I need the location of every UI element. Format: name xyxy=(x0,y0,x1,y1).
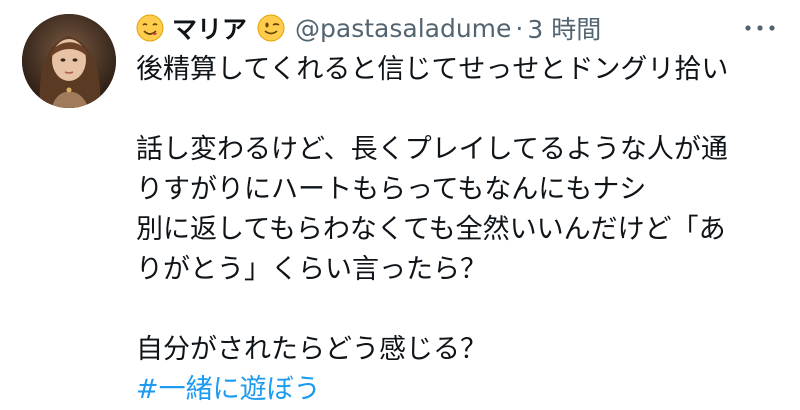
tweet-header: マリア @pastasaladume · 3 時間 xyxy=(136,8,601,48)
tweet-text-line: 話し変わるけど、長くプレイしてるような人が通 xyxy=(136,134,728,165)
author-handle[interactable]: @pastasaladume xyxy=(295,14,511,43)
tweet-text-line: 後精算してくれると信じてせっせとドングリ拾い xyxy=(136,54,729,85)
hashtag-link[interactable]: #一緒に遊ぼう xyxy=(136,374,321,405)
timestamp[interactable]: 3 時間 xyxy=(527,10,601,46)
tweet-text-line: 自分がされたらどう感じる？ xyxy=(136,334,487,365)
tweet-text-line: りすがりにハートもらってもなんにもナシ xyxy=(136,174,647,205)
author-display-name[interactable]: マリア xyxy=(172,10,247,46)
winking-face-emoji-icon xyxy=(257,14,285,42)
savoring-face-emoji-icon xyxy=(136,14,164,42)
ellipsis-icon[interactable] xyxy=(740,18,780,38)
tweet-text: 後精算してくれると信じてせっせとドングリ拾い 話し変わるけど、長くプレイしてるよ… xyxy=(136,50,786,410)
tweet-text-line: りがとう」くらい言ったら？ xyxy=(136,254,487,285)
avatar[interactable] xyxy=(22,14,116,108)
tweet-text-line: 別に返してもらわなくても全然いいんだけど「あ xyxy=(136,214,726,245)
header-separator: · xyxy=(515,13,524,43)
tweet[interactable]: マリア @pastasaladume · 3 時間 後精算してくれると信じてせっ… xyxy=(0,0,800,410)
